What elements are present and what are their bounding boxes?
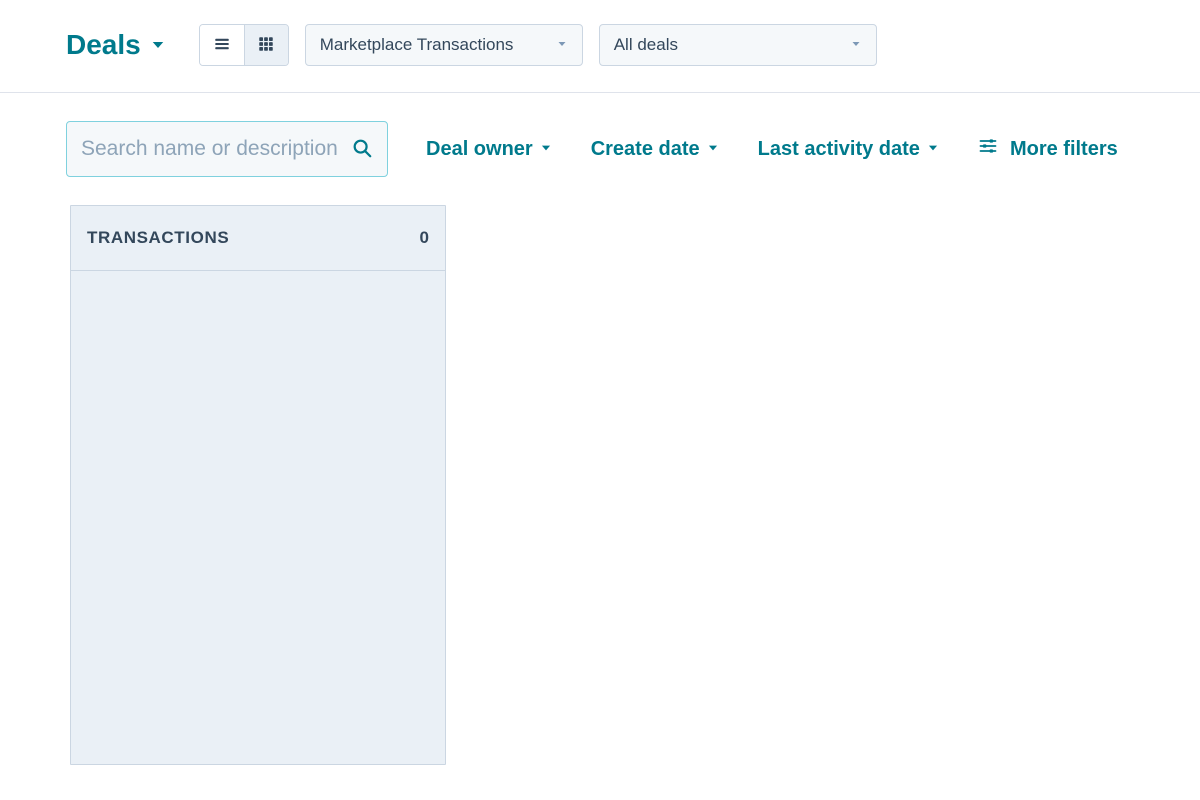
kanban-column[interactable]: TRANSACTIONS 0 <box>70 205 446 765</box>
page-title-text: Deals <box>66 29 141 61</box>
caret-down-icon <box>926 138 940 161</box>
create-date-filter[interactable]: Create date <box>591 138 720 161</box>
deal-owner-filter[interactable]: Deal owner <box>426 138 553 161</box>
more-filters-label: More filters <box>1010 138 1118 161</box>
caret-down-icon <box>706 138 720 161</box>
pipeline-select[interactable]: Marketplace Transactions <box>305 24 583 66</box>
deal-owner-filter-label: Deal owner <box>426 138 533 161</box>
kanban-board: TRANSACTIONS 0 <box>0 177 1200 765</box>
saved-filter-select[interactable]: All deals <box>599 24 877 66</box>
page-title-dropdown[interactable]: Deals <box>66 29 167 61</box>
caret-down-icon <box>149 29 167 61</box>
kanban-column-count: 0 <box>420 228 429 248</box>
grid-icon <box>257 35 275 56</box>
more-filters-button[interactable]: More filters <box>978 136 1118 162</box>
last-activity-filter[interactable]: Last activity date <box>758 138 940 161</box>
filter-bar: Deal owner Create date Last activity dat… <box>0 93 1200 177</box>
list-icon <box>213 35 231 56</box>
pipeline-select-value: Marketplace Transactions <box>320 35 514 55</box>
search-button[interactable] <box>345 132 379 166</box>
sliders-icon <box>978 136 1004 162</box>
create-date-filter-label: Create date <box>591 138 700 161</box>
last-activity-filter-label: Last activity date <box>758 138 920 161</box>
search-icon <box>351 137 373 162</box>
caret-down-icon <box>556 35 568 55</box>
caret-down-icon <box>539 138 553 161</box>
saved-filter-value: All deals <box>614 35 678 55</box>
caret-down-icon <box>850 35 862 55</box>
search-field-wrap <box>66 121 388 177</box>
board-view-button[interactable] <box>244 25 288 65</box>
list-view-button[interactable] <box>200 25 244 65</box>
kanban-column-header: TRANSACTIONS 0 <box>71 206 445 271</box>
page-header: Deals <box>0 0 1200 93</box>
view-toggle <box>199 24 289 66</box>
kanban-column-title: TRANSACTIONS <box>87 228 229 248</box>
